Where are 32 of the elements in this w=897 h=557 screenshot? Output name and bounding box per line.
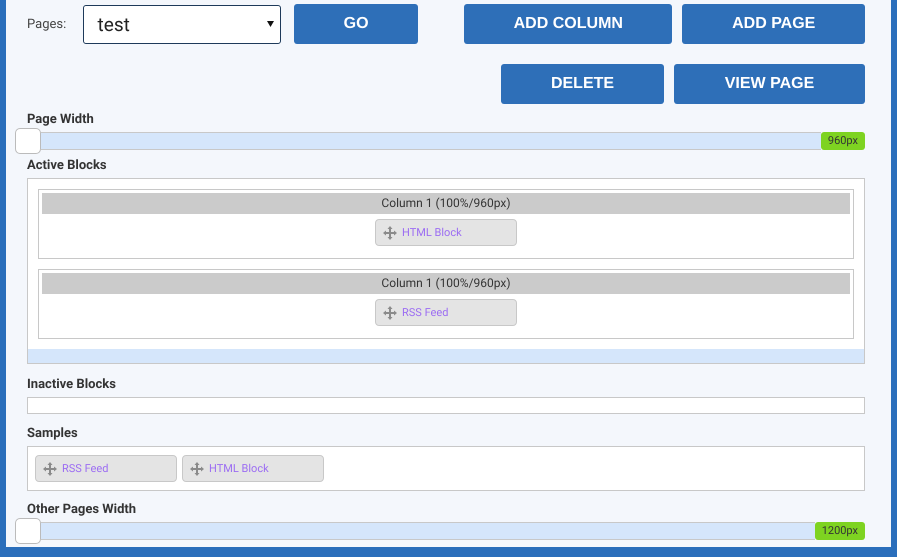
block-name: RSS Feed [402, 306, 448, 319]
block-chip[interactable]: RSS Feed [375, 299, 517, 326]
caret-icon [267, 21, 274, 27]
slider-thumb[interactable] [15, 518, 41, 544]
pages-dropdown[interactable]: test [82, 4, 282, 44]
move-icon [190, 462, 204, 476]
slider-thumb[interactable] [15, 128, 41, 154]
move-icon [383, 226, 397, 240]
move-icon [43, 462, 57, 476]
block-chip[interactable]: RSS Feed [35, 455, 177, 482]
value-badge: 960px [820, 132, 865, 150]
value-badge: 1200px [814, 522, 865, 540]
action-button[interactable]: GO [294, 4, 418, 44]
move-icon [383, 306, 397, 320]
section-label: Page Width [27, 112, 95, 127]
column-header: Column 1 (100%/960px) [42, 193, 850, 214]
block-chip[interactable]: HTML Block [375, 219, 517, 246]
action-button[interactable]: VIEW PAGE [674, 64, 865, 104]
block-name: RSS Feed [62, 462, 108, 475]
block-name: HTML Block [402, 226, 462, 239]
section-label: Other Pages Width [27, 502, 138, 517]
action-button[interactable]: ADD COLUMN [464, 4, 672, 44]
section-label: Active Blocks [27, 158, 108, 173]
block-name: HTML Block [209, 462, 269, 475]
selected-page: test [98, 12, 130, 36]
column-header: Column 1 (100%/960px) [42, 273, 850, 294]
action-button[interactable]: ADD PAGE [682, 4, 865, 44]
section-label: Samples [27, 426, 79, 441]
section-label: Inactive Blocks [27, 377, 117, 392]
action-button[interactable]: DELETE [501, 64, 664, 104]
pages-label: Pages: [27, 16, 68, 32]
block-chip[interactable]: HTML Block [182, 455, 324, 482]
